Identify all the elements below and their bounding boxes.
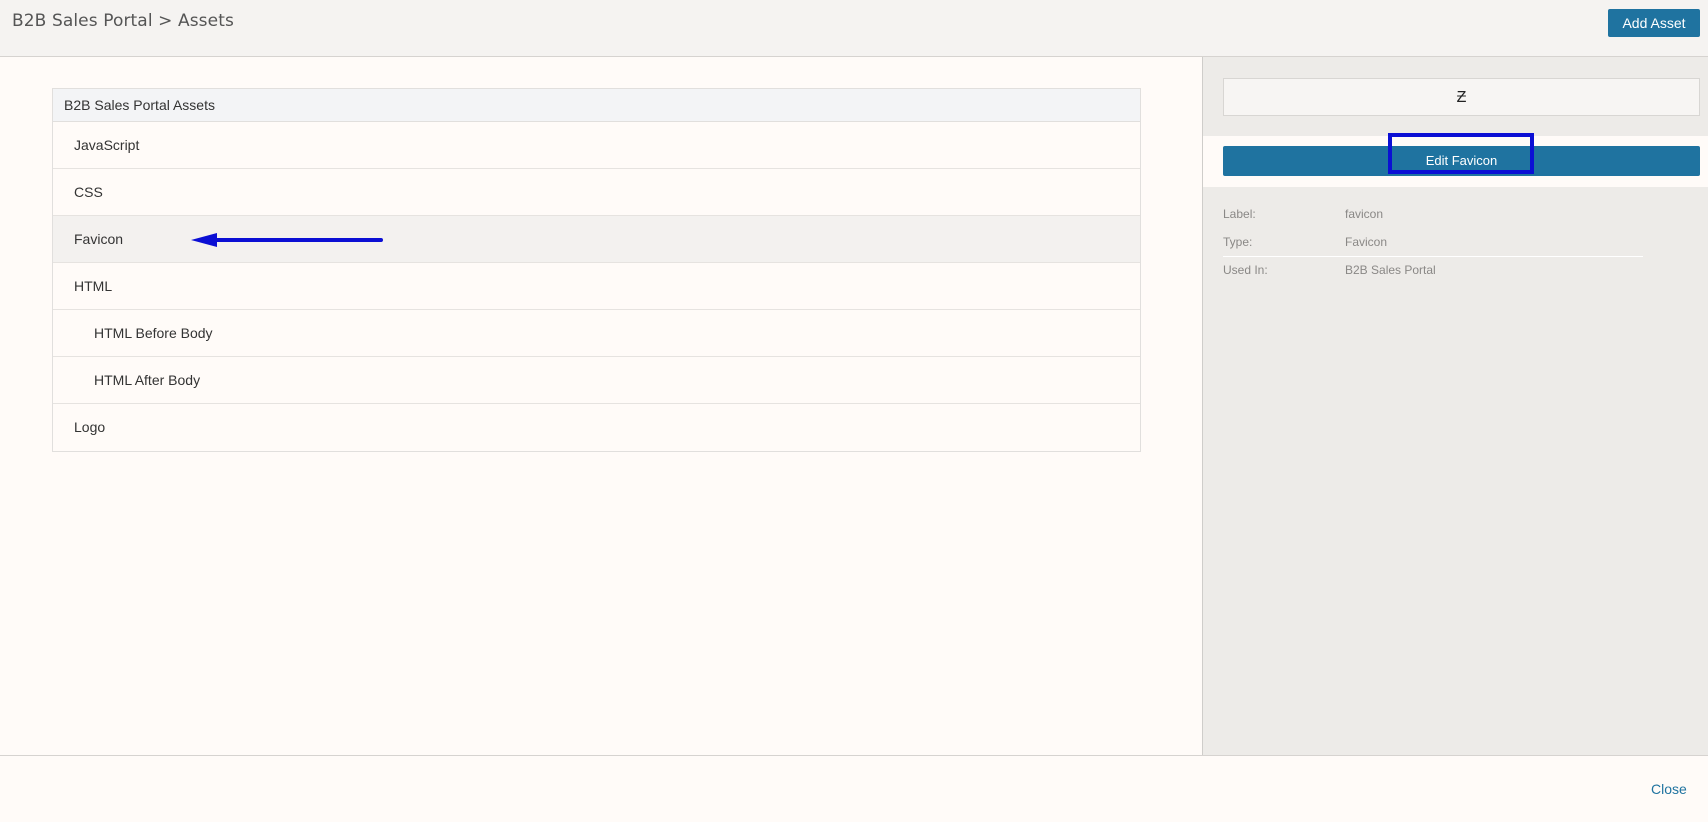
footer: Close <box>0 755 1708 822</box>
tree-item-label: CSS <box>74 184 103 200</box>
tree-item-html-before-body[interactable]: HTML Before Body <box>53 310 1140 357</box>
meta-row-label: Label: favicon <box>1223 207 1643 235</box>
annotation-highlight-box <box>1388 133 1534 174</box>
add-asset-button[interactable]: Add Asset <box>1608 9 1700 37</box>
tree-item-html[interactable]: HTML <box>53 263 1140 310</box>
meta-row-used-in: Used In: B2B Sales Portal <box>1223 263 1643 291</box>
tree-item-html-after-body[interactable]: HTML After Body <box>53 357 1140 404</box>
tree-item-label: JavaScript <box>74 137 140 153</box>
close-link[interactable]: Close <box>1651 781 1687 797</box>
details-panel: Ƶ Edit Favicon Label: favicon Type: Favi… <box>1202 57 1708 755</box>
meta-value: B2B Sales Portal <box>1345 263 1436 277</box>
asset-metadata: Label: favicon Type: Favicon Used In: B2… <box>1223 207 1643 291</box>
meta-value: Favicon <box>1345 235 1388 249</box>
favicon-preview-icon: Ƶ <box>1456 89 1467 106</box>
main-panel: B2B Sales Portal Assets JavaScript CSS F… <box>0 57 1202 755</box>
tree-item-label: HTML <box>74 278 113 294</box>
top-bar: B2B Sales Portal > Assets Add Asset <box>0 0 1708 57</box>
breadcrumb: B2B Sales Portal > Assets <box>12 11 234 31</box>
tree-item-favicon[interactable]: Favicon <box>53 216 1140 263</box>
tree-header: B2B Sales Portal Assets <box>53 89 1140 122</box>
tree-item-javascript[interactable]: JavaScript <box>53 122 1140 169</box>
tree-item-logo[interactable]: Logo <box>53 404 1140 451</box>
meta-key: Label: <box>1223 207 1256 221</box>
meta-row-type: Type: Favicon <box>1223 235 1643 257</box>
meta-value: favicon <box>1345 207 1384 221</box>
tree-item-label: HTML After Body <box>94 372 201 388</box>
assets-tree: B2B Sales Portal Assets JavaScript CSS F… <box>52 88 1141 452</box>
edit-button-band: Edit Favicon <box>1203 133 1708 187</box>
tree-item-label: Logo <box>74 419 106 435</box>
favicon-preview: Ƶ <box>1223 78 1700 116</box>
meta-key: Used In: <box>1223 263 1268 277</box>
annotation-arrow-icon <box>191 233 383 247</box>
meta-key: Type: <box>1223 235 1253 249</box>
tree-item-css[interactable]: CSS <box>53 169 1140 216</box>
tree-item-label: Favicon <box>74 231 124 247</box>
tree-item-label: HTML Before Body <box>94 325 213 341</box>
